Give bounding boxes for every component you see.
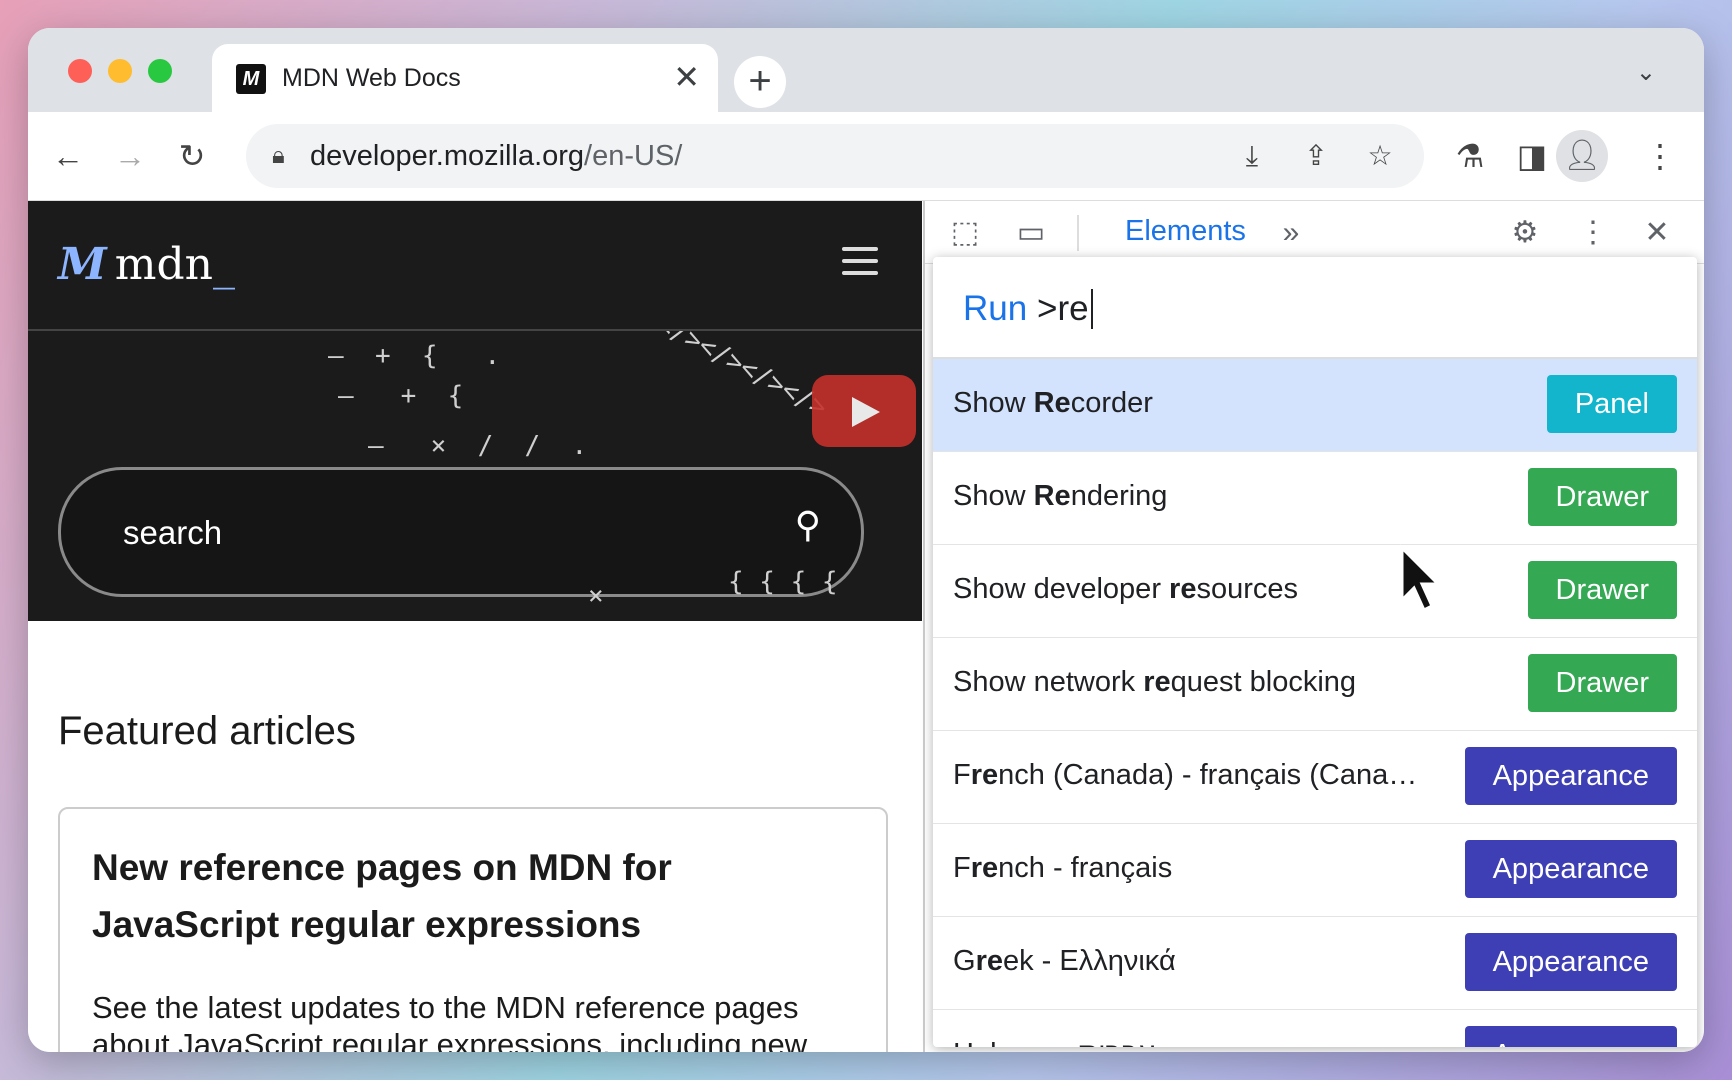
- sidepanel-icon[interactable]: ◨: [1504, 128, 1560, 184]
- toolbar-divider: [1077, 215, 1079, 251]
- command-category-badge: Appearance: [1464, 933, 1677, 991]
- featured-heading: Featured articles: [58, 709, 356, 753]
- article-card[interactable]: New reference pages on MDN for JavaScrip…: [58, 807, 888, 1052]
- device-toolbar-icon[interactable]: ▭: [1009, 211, 1053, 255]
- decoration: — + {: [338, 381, 464, 411]
- command-item-label: French - français: [953, 852, 1173, 884]
- share-icon[interactable]: ⇪: [1294, 134, 1338, 178]
- inspect-element-icon[interactable]: ⬚: [943, 211, 987, 255]
- decoration: { { { {: [728, 567, 838, 597]
- command-item[interactable]: Show network request blocking Drawer: [933, 638, 1697, 731]
- hero-banner: — + { . — + { </></></></> — × / / . sea…: [28, 331, 922, 621]
- command-item-label: Show network request blocking: [953, 666, 1357, 698]
- hamburger-menu-icon[interactable]: [842, 247, 878, 283]
- tab-elements[interactable]: Elements: [1125, 215, 1246, 248]
- command-input[interactable]: Run >re: [933, 257, 1697, 359]
- profile-icon[interactable]: 👤︎: [1556, 130, 1608, 182]
- devtools-panel: ⬚ ▭ Elements » ⚙ ⋮ ✕ Run >re Show Record…: [923, 201, 1704, 1052]
- command-item-label: Hebrew - עברית: [953, 1038, 1155, 1047]
- more-tabs-icon[interactable]: »: [1269, 211, 1313, 255]
- labs-icon[interactable]: ⚗: [1442, 128, 1498, 184]
- close-devtools-icon[interactable]: ✕: [1635, 211, 1679, 255]
- decoration: — + { .: [328, 341, 501, 371]
- new-tab-button[interactable]: +: [734, 56, 786, 108]
- command-palette: Run >re Show Recorder Panel Show Rendering…: [933, 257, 1697, 1047]
- mdn-header: Mmdn_: [28, 201, 922, 331]
- mouse-cursor-icon: [1400, 544, 1442, 613]
- run-prefix: Run: [963, 289, 1028, 328]
- command-query[interactable]: >re: [1037, 289, 1093, 329]
- command-item-label: Greek - Ελληνικά: [953, 945, 1176, 977]
- tab-search-icon[interactable]: ⌄: [1636, 58, 1656, 87]
- url-text[interactable]: developer.mozilla.org/en-US/: [310, 140, 682, 173]
- youtube-play-icon[interactable]: [812, 375, 916, 447]
- zoom-window-button[interactable]: [148, 59, 172, 83]
- reload-icon[interactable]: ↻: [164, 128, 220, 184]
- decoration: ×: [588, 581, 604, 611]
- command-item[interactable]: French - français Appearance: [933, 824, 1697, 917]
- close-window-button[interactable]: [68, 59, 92, 83]
- browser-window: M MDN Web Docs ✕ + ⌄ ← → ↻ 🔒︎ developer.…: [28, 28, 1704, 1052]
- command-category-badge: Appearance: [1464, 747, 1677, 805]
- command-item[interactable]: Show Recorder Panel: [933, 359, 1697, 452]
- command-item-label: French (Canada) - français (Cana…: [953, 759, 1418, 791]
- forward-icon[interactable]: →: [102, 128, 158, 184]
- lock-icon[interactable]: 🔒︎: [272, 142, 285, 170]
- command-category-badge: Drawer: [1527, 468, 1677, 526]
- command-item[interactable]: French (Canada) - français (Cana… Appeara…: [933, 731, 1697, 824]
- command-category-badge: Appearance: [1464, 840, 1677, 898]
- tab-strip: M MDN Web Docs ✕ + ⌄: [28, 28, 1704, 112]
- command-item-label: Show Recorder: [953, 387, 1153, 419]
- star-icon[interactable]: ☆: [1358, 134, 1402, 178]
- devtools-menu-icon[interactable]: ⋮: [1571, 211, 1615, 255]
- back-icon[interactable]: ←: [40, 128, 96, 184]
- card-description: See the latest updates to the MDN refere…: [92, 990, 808, 1052]
- address-bar[interactable]: 🔒︎ developer.mozilla.org/en-US/ ⤓ ⇪ ☆: [246, 124, 1424, 188]
- search-placeholder: search: [123, 514, 223, 551]
- decoration: — × / / .: [368, 431, 588, 461]
- web-page: Mmdn_ — + { . — + { </></></></> — × / /…: [28, 201, 922, 1052]
- card-title[interactable]: New reference pages on MDN for JavaScrip…: [92, 839, 852, 953]
- mdn-favicon-icon: M: [236, 64, 266, 94]
- menu-icon[interactable]: ⋮: [1632, 128, 1688, 184]
- minimize-window-button[interactable]: [108, 59, 132, 83]
- tab-title: MDN Web Docs: [282, 64, 461, 92]
- settings-gear-icon[interactable]: ⚙: [1503, 211, 1547, 255]
- tab-close-icon[interactable]: ✕: [673, 58, 700, 96]
- command-item[interactable]: Show developer resources Drawer: [933, 545, 1697, 638]
- mdn-logo[interactable]: Mmdn_: [58, 239, 235, 290]
- install-icon[interactable]: ⤓: [1230, 134, 1274, 178]
- command-item[interactable]: Show Rendering Drawer: [933, 452, 1697, 545]
- command-category-badge: Drawer: [1527, 654, 1677, 712]
- decoration: </></></></>: [651, 331, 832, 424]
- command-item[interactable]: Greek - Ελληνικά Appearance: [933, 917, 1697, 1010]
- tab-mdn[interactable]: M MDN Web Docs ✕: [212, 44, 718, 112]
- command-item[interactable]: Hebrew - עברית Appearance: [933, 1010, 1697, 1047]
- command-category-badge: Panel: [1546, 375, 1677, 433]
- search-icon[interactable]: ⚲: [795, 504, 821, 546]
- browser-toolbar: ← → ↻ 🔒︎ developer.mozilla.org/en-US/ ⤓ …: [28, 112, 1704, 201]
- command-item-label: Show developer resources: [953, 573, 1298, 605]
- command-list: Show Recorder Panel Show Rendering Drawer Sh…: [933, 359, 1697, 1047]
- command-category-badge: Appearance: [1464, 1026, 1677, 1047]
- devtools-toolbar: ⬚ ▭ Elements » ⚙ ⋮ ✕: [925, 201, 1704, 264]
- command-item-label: Show Rendering: [953, 480, 1168, 512]
- command-category-badge: Drawer: [1527, 561, 1677, 619]
